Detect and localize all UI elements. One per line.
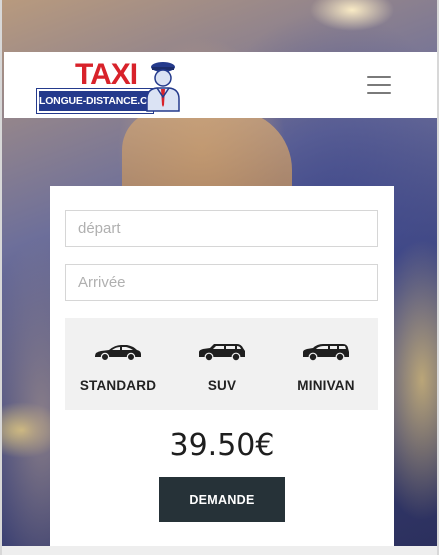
suv-car-icon — [199, 344, 245, 362]
arrivee-input[interactable] — [65, 264, 378, 301]
vehicle-option-suv[interactable]: SUV — [170, 318, 274, 410]
booking-form: STANDARD SUV — [50, 186, 394, 546]
demande-button[interactable]: DEMANDE — [159, 477, 285, 522]
logo-word: TAXI — [75, 58, 138, 91]
vehicle-label: STANDARD — [79, 378, 157, 393]
hamburger-menu-icon[interactable] — [364, 72, 394, 98]
logo[interactable]: TAXI LONGUE-DISTANCE.COM — [36, 58, 187, 116]
menu-line — [367, 76, 391, 78]
site-header: TAXI LONGUE-DISTANCE.COM — [4, 52, 437, 118]
price-display: 39.50€ — [169, 428, 275, 463]
vehicle-label: MINIVAN — [297, 378, 355, 393]
bottom-strip — [2, 546, 437, 555]
menu-line — [367, 84, 391, 86]
vehicle-selector: STANDARD SUV MINIVAN — [65, 318, 378, 410]
depart-input[interactable] — [65, 210, 378, 247]
driver-icon — [146, 62, 180, 112]
vehicle-option-standard[interactable]: STANDARD — [66, 318, 170, 410]
vehicle-option-minivan[interactable]: MINIVAN — [274, 318, 378, 410]
vehicle-label: SUV — [207, 378, 237, 393]
sedan-car-icon — [95, 345, 141, 362]
page: TAXI LONGUE-DISTANCE.COM départ Arrivée … — [0, 0, 439, 555]
logo-tagline: LONGUE-DISTANCE.COM — [36, 88, 164, 114]
menu-line — [367, 92, 391, 94]
minivan-car-icon — [303, 344, 349, 362]
